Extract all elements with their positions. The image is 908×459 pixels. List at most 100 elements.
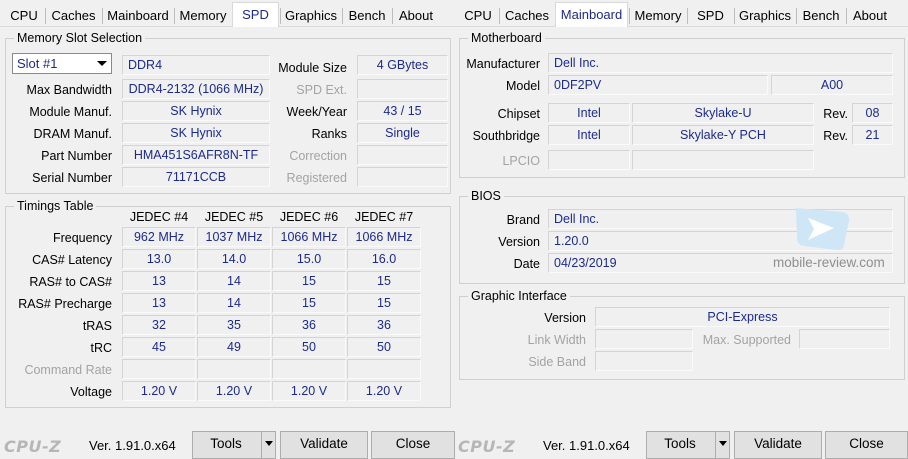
timing-cell: 13 bbox=[122, 293, 196, 313]
timing-row-label: tRC bbox=[90, 341, 112, 355]
timing-cell: 13.0 bbox=[122, 249, 196, 269]
tab-mainboard[interactable]: Mainboard bbox=[102, 5, 174, 27]
close-button[interactable]: Close bbox=[825, 431, 908, 459]
max-supported-value bbox=[799, 329, 890, 349]
timing-column-header: JEDEC #4 bbox=[129, 210, 189, 224]
tab-memory[interactable]: Memory bbox=[629, 5, 687, 27]
serial-number-value: 71171CCB bbox=[122, 167, 270, 187]
validate-button[interactable]: Validate bbox=[734, 431, 822, 459]
timing-cell: 962 MHz bbox=[122, 227, 196, 247]
registered-label: Registered bbox=[286, 171, 347, 185]
validate-button[interactable]: Validate bbox=[280, 431, 368, 459]
model-revision-value: A00 bbox=[771, 75, 893, 95]
southbridge-rev-label: Rev. bbox=[823, 129, 848, 143]
chevron-down-icon[interactable] bbox=[261, 432, 275, 458]
timing-cell: 15 bbox=[347, 293, 421, 313]
spd-ext-value bbox=[357, 79, 448, 99]
bios-version-label: Version bbox=[498, 235, 540, 249]
timing-cell: 45 bbox=[122, 337, 196, 357]
timing-cell bbox=[122, 359, 196, 379]
tools-button[interactable]: Tools bbox=[646, 431, 730, 459]
module-size-value: 4 GBytes bbox=[357, 55, 448, 75]
link-width-label: Link Width bbox=[527, 333, 586, 347]
tab-bar: CPU Caches Mainboard Memory SPD Graphics… bbox=[0, 0, 454, 27]
tab-cpu[interactable]: CPU bbox=[458, 5, 498, 27]
tab-cpu[interactable]: CPU bbox=[4, 5, 44, 27]
southbridge-rev-value: 21 bbox=[852, 125, 893, 145]
close-button[interactable]: Close bbox=[371, 431, 455, 459]
timing-cell: 32 bbox=[122, 315, 196, 335]
timing-cell: 13 bbox=[122, 271, 196, 291]
timing-row-label: CAS# Latency bbox=[32, 253, 112, 267]
tab-about[interactable]: About bbox=[392, 5, 440, 27]
timing-cell: 15 bbox=[272, 293, 346, 313]
max-bandwidth-label: Max Bandwidth bbox=[26, 83, 112, 97]
timing-column-header: JEDEC #5 bbox=[204, 210, 264, 224]
module-size-label: Module Size bbox=[278, 61, 347, 75]
timing-cell: 1037 MHz bbox=[197, 227, 271, 247]
watermark-logo-icon bbox=[796, 208, 850, 251]
link-width-value bbox=[595, 329, 693, 349]
timing-cell: 1.20 V bbox=[197, 381, 271, 401]
ranks-label: Ranks bbox=[311, 127, 347, 141]
cpuz-logo: CPU-Z bbox=[4, 437, 62, 456]
tab-graphics[interactable]: Graphics bbox=[280, 5, 342, 27]
close-button-label: Close bbox=[395, 436, 431, 451]
chipset-label: Chipset bbox=[497, 107, 540, 121]
chevron-down-icon[interactable] bbox=[91, 54, 111, 73]
lpcio-label: LPCIO bbox=[502, 154, 540, 168]
southbridge-vendor-value: Intel bbox=[548, 125, 630, 145]
tab-bar: CPU Caches Mainboard Memory SPD Graphics… bbox=[454, 0, 908, 27]
chipset-vendor-value: Intel bbox=[548, 103, 630, 123]
part-number-label: Part Number bbox=[41, 149, 112, 163]
timing-row-label: Voltage bbox=[70, 385, 112, 399]
tab-caches[interactable]: Caches bbox=[45, 5, 102, 27]
motherboard-title: Motherboard bbox=[468, 30, 545, 46]
timing-column-header: JEDEC #7 bbox=[354, 210, 414, 224]
module-manuf-value: SK Hynix bbox=[122, 101, 270, 121]
timing-row-label: Frequency bbox=[52, 231, 112, 245]
watermark-text: mobile-review.com bbox=[773, 255, 885, 270]
memory-slot-selection-title: Memory Slot Selection bbox=[14, 30, 146, 46]
timing-cell: 14 bbox=[197, 293, 271, 313]
tools-button[interactable]: Tools bbox=[192, 431, 276, 459]
slot-select[interactable]: Slot #1 bbox=[12, 53, 112, 74]
southbridge-label: Southbridge bbox=[472, 129, 540, 143]
max-supported-label: Max. Supported bbox=[702, 333, 791, 347]
chevron-down-icon[interactable] bbox=[715, 432, 729, 458]
timing-cell: 1.20 V bbox=[272, 381, 346, 401]
registered-value bbox=[357, 167, 448, 187]
gi-version-label: Version bbox=[544, 311, 586, 325]
tab-mainboard[interactable]: Mainboard bbox=[555, 2, 628, 27]
graphic-interface-title: Graphic Interface bbox=[468, 288, 570, 304]
validate-button-label: Validate bbox=[754, 436, 802, 451]
timing-cell: 1.20 V bbox=[347, 381, 421, 401]
dram-manuf-label: DRAM Manuf. bbox=[33, 127, 113, 141]
side-band-value bbox=[595, 351, 693, 371]
correction-label: Correction bbox=[289, 149, 347, 163]
module-manuf-label: Module Manuf. bbox=[29, 105, 112, 119]
timing-row-label: Command Rate bbox=[24, 363, 112, 377]
tab-bench[interactable]: Bench bbox=[796, 5, 846, 27]
tab-graphics[interactable]: Graphics bbox=[734, 5, 796, 27]
chipset-rev-label: Rev. bbox=[823, 107, 848, 121]
chipset-name-value: Skylake-U bbox=[632, 103, 814, 123]
cpuz-logo: CPU-Z bbox=[458, 437, 516, 456]
close-button-label: Close bbox=[849, 436, 884, 451]
tab-spd[interactable]: SPD bbox=[687, 5, 734, 27]
tab-about[interactable]: About bbox=[846, 5, 894, 27]
week-year-value: 43 / 15 bbox=[357, 101, 448, 121]
chipset-rev-value: 08 bbox=[852, 103, 893, 123]
week-year-label: Week/Year bbox=[286, 105, 347, 119]
timing-cell bbox=[197, 359, 271, 379]
timing-cell: 14.0 bbox=[197, 249, 271, 269]
tab-bench[interactable]: Bench bbox=[342, 5, 392, 27]
gi-version-value: PCI-Express bbox=[595, 307, 890, 327]
tab-caches[interactable]: Caches bbox=[499, 5, 555, 27]
timing-cell: 49 bbox=[197, 337, 271, 357]
tab-memory[interactable]: Memory bbox=[174, 5, 232, 27]
timing-cell bbox=[347, 359, 421, 379]
timing-column-header: JEDEC #6 bbox=[279, 210, 339, 224]
tab-spd[interactable]: SPD bbox=[232, 2, 279, 27]
bios-brand-label: Brand bbox=[506, 213, 540, 227]
